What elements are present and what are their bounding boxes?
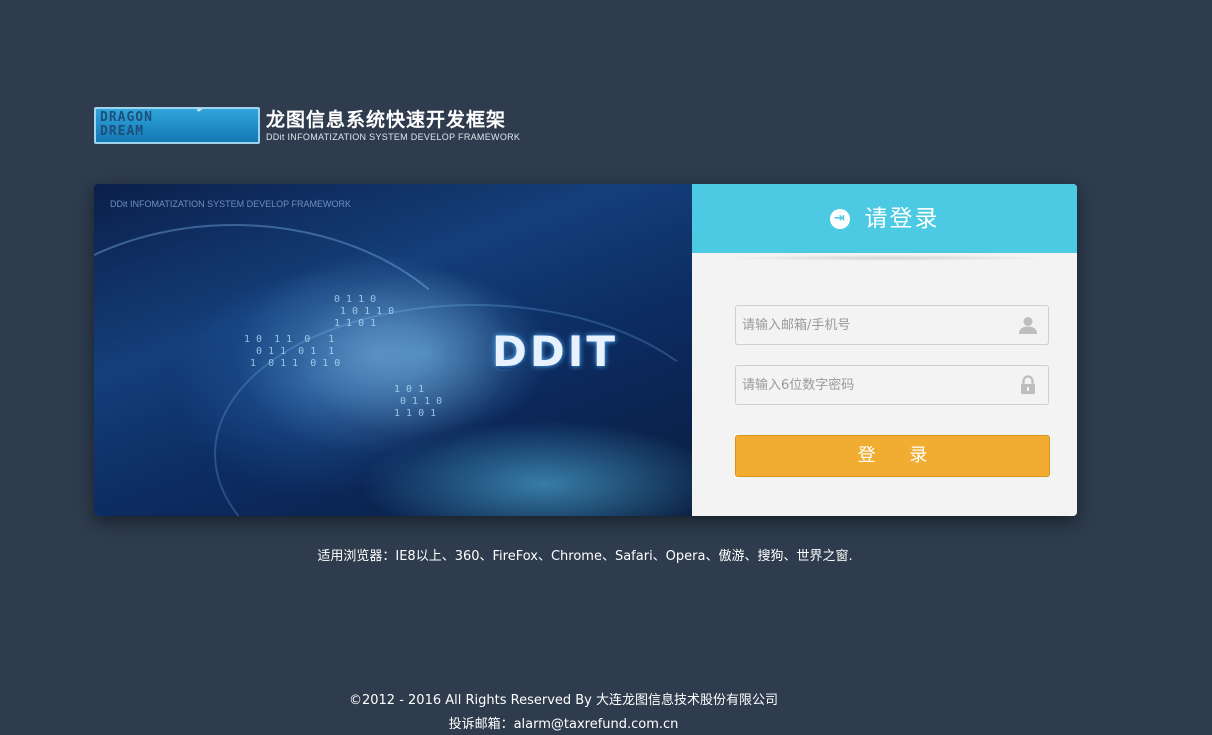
copyright-text: ©2012 - 2016 All Rights Reserved By 大连龙图… (348, 693, 779, 708)
login-divider (722, 255, 1052, 261)
login-panel: ⇥ 请登录 登 录 (692, 184, 1077, 516)
account-field (735, 305, 1049, 345)
logo-mark: DRAGON DREAM (100, 111, 200, 141)
login-title: 请登录 (864, 205, 940, 232)
brand-title-cn: 龙图信息系统快速开发框架 (266, 108, 507, 131)
brand-titles: 龙图信息系统快速开发框架 DDit INFOMATIZATION SYSTEM … (266, 109, 520, 143)
brand-title-en: DDit INFOMATIZATION SYSTEM DEVELOP FRAME… (266, 131, 521, 142)
login-header: ⇥ 请登录 (692, 184, 1077, 253)
banner-title: DDIT (492, 327, 619, 376)
logo-swoosh-icon (186, 109, 258, 142)
banner-digit-pattern: 1 0 1 1 0 1 0 1 1 0 1 1 1 0 1 1 0 1 0 (244, 334, 341, 369)
login-button[interactable]: 登 录 (735, 435, 1050, 477)
login-page: DRAGON DREAM 龙图信息系统快速开发框架 DDit INFOMATIZ… (0, 0, 1212, 735)
banner-tagline: DDit INFOMATIZATION SYSTEM DEVELOP FRAME… (110, 199, 352, 209)
password-input[interactable] (736, 366, 1006, 404)
password-field (735, 365, 1049, 405)
supported-browsers-note: 适用浏览器：IE8以上、360、FireFox、Chrome、Safari、Op… (317, 549, 853, 564)
logo-mark-line2: DREAM (100, 124, 145, 139)
login-card: 1 0 1 1 0 1 0 1 1 0 1 1 1 0 1 1 0 1 0 0 … (94, 184, 1077, 516)
lock-icon (1021, 375, 1035, 394)
dragon-dream-logo: DRAGON DREAM (94, 107, 260, 144)
logo-mark-line1: DRAGON (100, 110, 153, 125)
banner-digit-pattern: 1 0 1 0 1 1 0 1 1 0 1 (394, 384, 443, 419)
banner-digit-pattern: 0 1 1 0 1 0 1 1 0 1 1 0 1 (334, 294, 395, 329)
login-arrow-icon: ⇥ (829, 208, 850, 229)
account-input[interactable] (736, 306, 1006, 344)
complaint-email: 投诉邮箱：alarm@taxrefund.com.cn (448, 717, 679, 732)
ddit-banner-image: 1 0 1 1 0 1 0 1 1 0 1 1 1 0 1 1 0 1 0 0 … (94, 184, 734, 516)
user-icon (1019, 317, 1037, 334)
brand-header: DRAGON DREAM 龙图信息系统快速开发框架 DDit INFOMATIZ… (94, 107, 520, 144)
